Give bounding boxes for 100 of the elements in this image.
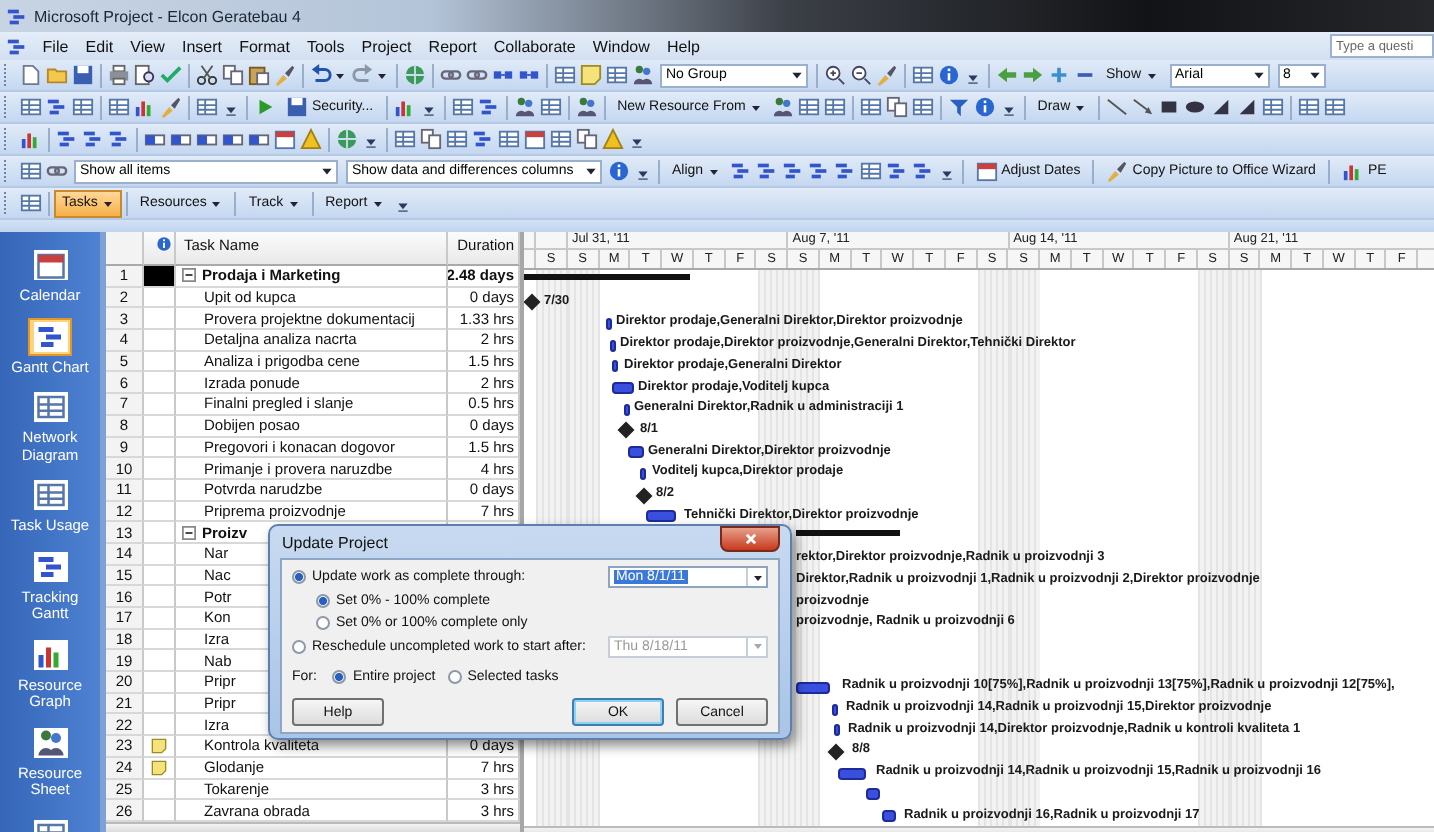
- summary-bar[interactable]: [796, 530, 900, 537]
- indicator-cell[interactable]: [144, 543, 176, 566]
- copy-icon[interactable]: [885, 96, 908, 118]
- menu-item[interactable]: Tools: [298, 37, 353, 55]
- note-icon[interactable]: [580, 64, 602, 86]
- task-bar[interactable]: [624, 403, 630, 416]
- gantt-bars-icon[interactable]: [885, 160, 908, 182]
- line-icon[interactable]: [1106, 96, 1129, 118]
- table-icon[interactable]: [606, 64, 628, 86]
- task-bar[interactable]: [834, 724, 840, 737]
- task-bar[interactable]: [610, 339, 616, 352]
- people-icon[interactable]: [575, 96, 598, 118]
- gantt-bars-icon[interactable]: [833, 160, 856, 182]
- bar-chart-icon[interactable]: [134, 96, 156, 118]
- caret-icon[interactable]: [376, 69, 388, 81]
- indicator-cell[interactable]: [144, 351, 176, 373]
- indicator-cell[interactable]: [144, 372, 176, 395]
- indicator-cell[interactable]: [144, 757, 176, 779]
- copy-icon[interactable]: [420, 128, 442, 150]
- document-icon[interactable]: [20, 64, 42, 86]
- triangle-icon[interactable]: [1210, 96, 1233, 118]
- scissors-icon[interactable]: [196, 64, 218, 86]
- collapse-icon[interactable]: [182, 268, 196, 283]
- warning-icon[interactable]: [300, 128, 322, 150]
- collapse-icon[interactable]: [182, 525, 196, 540]
- chevron-icon[interactable]: [224, 104, 238, 118]
- caret-icon[interactable]: [334, 69, 346, 81]
- progress-icon[interactable]: [222, 128, 244, 150]
- task-bar[interactable]: [838, 767, 866, 780]
- task-bar[interactable]: [612, 360, 618, 373]
- clipboard-icon[interactable]: [248, 64, 270, 86]
- table-icon[interactable]: [20, 160, 42, 182]
- play-icon[interactable]: [254, 96, 276, 118]
- menu-item[interactable]: Project: [353, 37, 420, 55]
- table-icon[interactable]: [1262, 96, 1285, 118]
- task-bar[interactable]: [606, 317, 612, 330]
- chevron-icon[interactable]: [939, 168, 954, 182]
- task-bar[interactable]: [882, 810, 896, 822]
- bar-chart-icon[interactable]: [393, 96, 416, 118]
- gantt-bars-icon[interactable]: [82, 128, 104, 150]
- gantt-bars-icon[interactable]: [781, 160, 804, 182]
- indicator-cell[interactable]: [144, 266, 176, 288]
- task-bar[interactable]: [612, 382, 634, 394]
- table-icon[interactable]: [451, 96, 474, 118]
- indicator-cell[interactable]: [144, 608, 176, 630]
- chain-link-icon[interactable]: [466, 64, 488, 86]
- plus-icon[interactable]: [1048, 64, 1070, 86]
- close-button[interactable]: [720, 526, 780, 552]
- table-icon[interactable]: [859, 96, 882, 118]
- brush-icon[interactable]: [876, 64, 898, 86]
- gantt-bars-icon[interactable]: [472, 128, 494, 150]
- table-icon[interactable]: [394, 128, 416, 150]
- indicator-cell[interactable]: [144, 479, 176, 502]
- indicator-cell[interactable]: [144, 565, 176, 587]
- indicator-cell[interactable]: [144, 287, 176, 309]
- brush-icon[interactable]: [160, 96, 182, 118]
- brush-icon[interactable]: [274, 64, 296, 86]
- progress-icon[interactable]: [144, 128, 166, 150]
- chevron-icon[interactable]: [636, 168, 650, 182]
- gantt-bars-icon[interactable]: [755, 160, 778, 182]
- indicator-cell[interactable]: [144, 522, 176, 544]
- table-icon[interactable]: [446, 128, 468, 150]
- zoom-in-icon[interactable]: [824, 64, 846, 86]
- table-icon[interactable]: [20, 192, 42, 214]
- task-bar[interactable]: [640, 467, 646, 480]
- progress-icon[interactable]: [196, 128, 218, 150]
- indicator-cell[interactable]: [144, 330, 176, 352]
- table-icon[interactable]: [72, 96, 94, 118]
- table-icon[interactable]: [554, 64, 576, 86]
- task-bar[interactable]: [832, 703, 838, 715]
- indicator-cell[interactable]: [144, 714, 176, 737]
- table-icon[interactable]: [196, 96, 218, 118]
- rectangle-icon[interactable]: [1158, 96, 1181, 118]
- chevron-icon[interactable]: [966, 72, 980, 86]
- copy-icon[interactable]: [222, 64, 244, 86]
- gantt-bars-icon[interactable]: [46, 96, 68, 118]
- table-icon[interactable]: [797, 96, 820, 118]
- filter-icon[interactable]: [947, 96, 970, 118]
- indicator-cell[interactable]: [144, 501, 176, 523]
- bar-chart-icon[interactable]: [20, 128, 42, 150]
- chain-link-icon[interactable]: [46, 160, 68, 182]
- gantt-bars-icon[interactable]: [477, 96, 500, 118]
- ellipse-icon[interactable]: [1184, 96, 1207, 118]
- calendar-icon[interactable]: [524, 128, 546, 150]
- table-icon[interactable]: [20, 96, 42, 118]
- calendar-icon[interactable]: [274, 128, 296, 150]
- indicator-cell[interactable]: [144, 308, 176, 331]
- table-icon[interactable]: [1298, 96, 1321, 118]
- indicator-cell[interactable]: [144, 586, 176, 608]
- table-icon[interactable]: [108, 96, 130, 118]
- indicator-cell[interactable]: [144, 736, 176, 758]
- menu-item[interactable]: Insert: [173, 37, 231, 55]
- task-bar[interactable]: [866, 788, 880, 801]
- chevron-icon[interactable]: [364, 136, 378, 150]
- gantt-bars-icon[interactable]: [108, 128, 130, 150]
- indicator-cell[interactable]: [144, 672, 176, 694]
- table-icon[interactable]: [912, 64, 934, 86]
- indicator-cell[interactable]: [144, 693, 176, 715]
- info-icon[interactable]: [938, 64, 960, 86]
- people-icon[interactable]: [632, 64, 654, 86]
